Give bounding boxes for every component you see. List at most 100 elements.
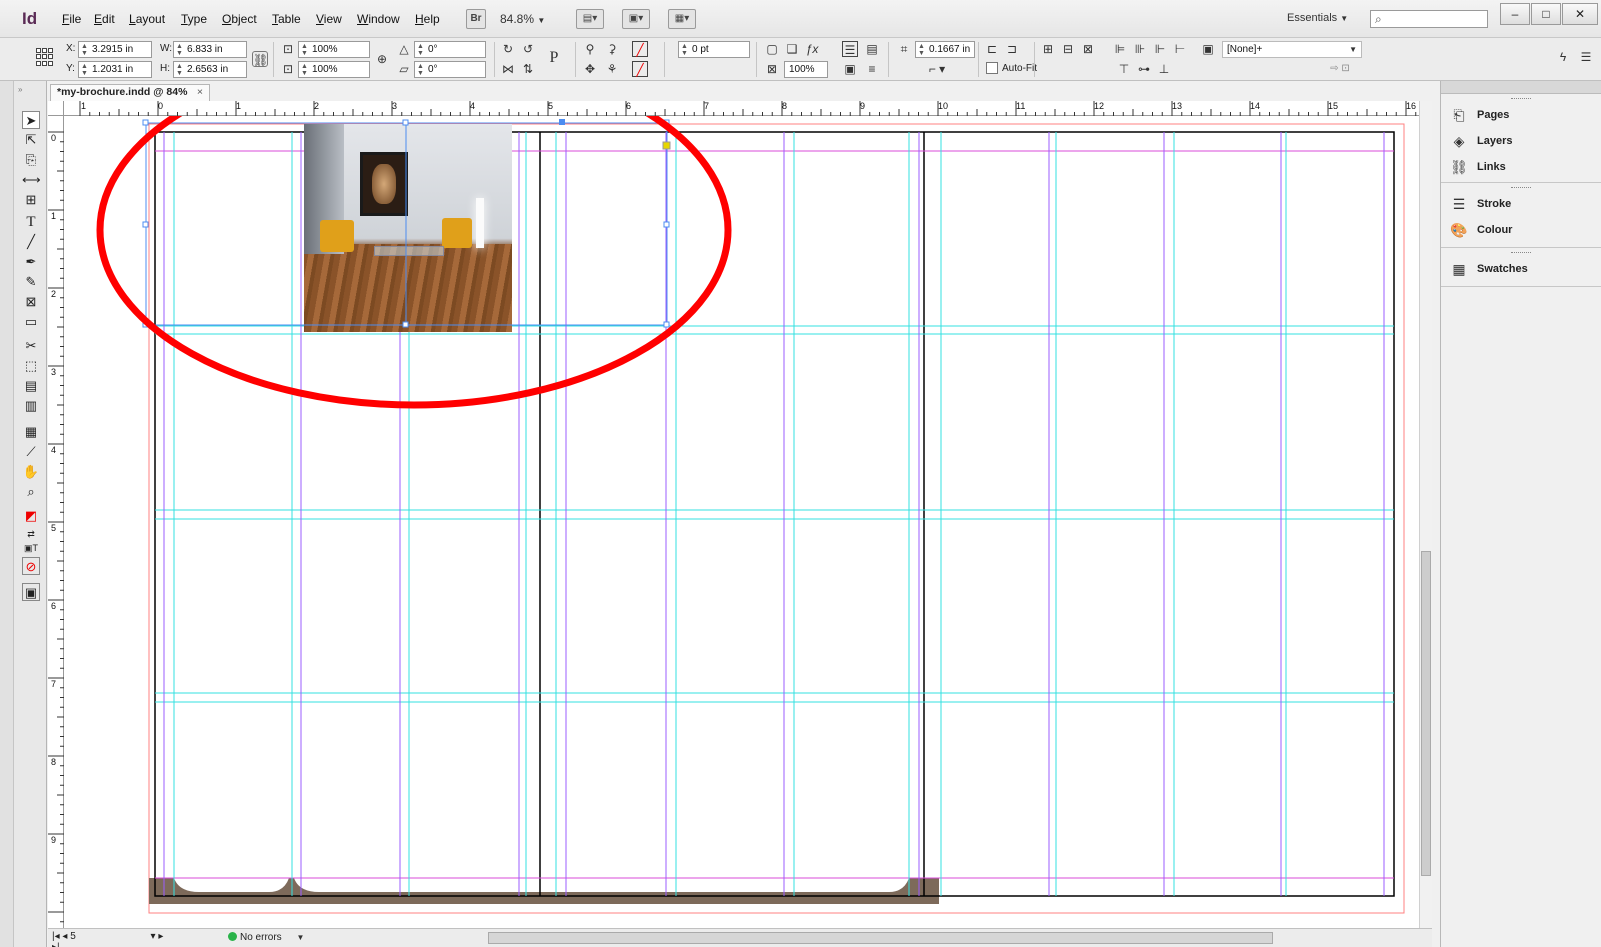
align-center-icon[interactable]: ▣: [842, 61, 858, 77]
line-tool-icon[interactable]: ╱: [22, 233, 40, 251]
w-field[interactable]: ▲ ▼ 6.833 in: [173, 41, 247, 58]
text-frame-icon[interactable]: ▤: [864, 41, 880, 57]
next-page-icon[interactable]: ▾ ▸ ▸|: [52, 931, 163, 947]
panel-colour[interactable]: 🎨 Colour: [1449, 220, 1589, 240]
screen-mode-icon[interactable]: ▣▾: [622, 9, 650, 29]
menu-layout[interactable]: Layout: [129, 12, 165, 26]
corner-shape-icon[interactable]: ⌐ ▾: [920, 61, 954, 77]
select-content-icon[interactable]: ⚳: [604, 41, 620, 57]
screen-mode-icon[interactable]: ▣: [22, 583, 40, 601]
y-field[interactable]: ▲ ▼ 1.2031 in: [78, 61, 152, 78]
menu-table[interactable]: Table: [272, 12, 301, 26]
horizontal-scrollbar[interactable]: [488, 932, 1273, 944]
menu-window[interactable]: Window: [357, 12, 400, 26]
maximize-button[interactable]: □: [1531, 3, 1561, 25]
fill-stroke-icon[interactable]: ◩: [22, 507, 40, 525]
fx-icon[interactable]: ƒx: [804, 41, 820, 57]
document-canvas[interactable]: [64, 116, 1419, 928]
content-collector-icon[interactable]: ⊞: [22, 191, 40, 209]
scale-x-field[interactable]: ▲ ▼ 100%: [298, 41, 370, 58]
panel-grip-icon[interactable]: »: [18, 85, 22, 94]
fit-proportional-icon[interactable]: ⊠: [1080, 41, 1096, 57]
select-container-icon[interactable]: ⚲: [582, 41, 598, 57]
corner-size-field[interactable]: ▲ ▼ 0.1667 in: [915, 41, 975, 58]
page-number[interactable]: 5: [70, 931, 76, 942]
workspace-select[interactable]: Essentials ▼: [1287, 12, 1348, 24]
horizontal-ruler[interactable]: 1 0 1 2 3 4 5 6 7 8 9 10 11 12 13 14 15 …: [64, 101, 1419, 116]
close-window-button[interactable]: ✕: [1562, 3, 1598, 25]
scale-y-field[interactable]: ▲ ▼ 100%: [298, 61, 370, 78]
select-next-icon[interactable]: ⚘: [604, 61, 620, 77]
rotate-cw-icon[interactable]: ↻: [500, 41, 516, 57]
rectangle-frame-tool-icon[interactable]: ⊠: [22, 293, 40, 311]
menu-help[interactable]: Help: [415, 12, 440, 26]
scissors-tool-icon[interactable]: ✂: [22, 337, 40, 355]
free-transform-tool-icon[interactable]: ⬚: [22, 357, 40, 375]
rectangle-tool-icon[interactable]: ▭: [22, 313, 40, 331]
search-input[interactable]: ⌕: [1370, 10, 1488, 28]
style-override-icon[interactable]: ⇨ ⊡: [1320, 61, 1360, 77]
fill-frame-icon[interactable]: ⊞: [1040, 41, 1056, 57]
effects-icon[interactable]: ❑: [784, 41, 800, 57]
page-tool-icon[interactable]: ⎘: [22, 151, 40, 169]
fit-content-icon[interactable]: ⊏: [984, 41, 1000, 57]
align-top-icon[interactable]: ⊤: [1116, 61, 1132, 77]
panel-swatches[interactable]: ▦ Swatches: [1449, 259, 1589, 279]
zoom-tool-icon[interactable]: ⌕: [22, 483, 40, 501]
gradient-swatch-tool-icon[interactable]: ▤: [22, 377, 40, 395]
text-wrap-icon[interactable]: ☰: [842, 41, 858, 57]
fit-frame-icon[interactable]: ⊐: [1004, 41, 1020, 57]
pencil-tool-icon[interactable]: ✎: [22, 273, 40, 291]
center-content-icon[interactable]: ⊟: [1060, 41, 1076, 57]
minimize-button[interactable]: –: [1500, 3, 1530, 25]
stroke-weight-field[interactable]: ▲ ▼ 0 pt: [678, 41, 750, 58]
ruler-origin[interactable]: [48, 101, 64, 116]
menu-object[interactable]: Object: [222, 12, 257, 26]
arrange-documents-icon[interactable]: ▦▾: [668, 9, 696, 29]
align-left-icon[interactable]: ⊫: [1112, 41, 1128, 57]
placed-image[interactable]: [304, 124, 512, 332]
hand-tool-icon[interactable]: ✋: [22, 463, 40, 481]
menu-type[interactable]: Type: [181, 12, 207, 26]
align-right-icon[interactable]: ⊩: [1152, 41, 1168, 57]
rotation-handle[interactable]: [559, 119, 565, 125]
flip-vertical-icon[interactable]: ⇅: [520, 61, 536, 77]
type-tool-icon[interactable]: T: [22, 213, 40, 231]
panel-dock-header[interactable]: [1441, 81, 1601, 94]
first-page-icon[interactable]: |◂ ◂: [52, 931, 67, 942]
auto-fit-checkbox[interactable]: [986, 62, 998, 74]
preflight-status[interactable]: No errors ▼: [228, 932, 304, 943]
zoom-select[interactable]: 84.8% ▼: [500, 12, 545, 26]
distribute-icon[interactable]: ⊢: [1172, 41, 1188, 57]
gap-tool-icon[interactable]: ⟷: [22, 171, 41, 189]
vertical-scrollbar[interactable]: [1419, 101, 1432, 928]
chevron-down-icon[interactable]: ▼: [296, 933, 304, 942]
x-field[interactable]: ▲ ▼ 3.2915 in: [78, 41, 152, 58]
stroke-swatch-icon[interactable]: ╱: [632, 61, 648, 77]
shear-field[interactable]: ▲ ▼ 0°: [414, 61, 486, 78]
fill-swatch-icon[interactable]: ╱: [632, 41, 648, 57]
direct-selection-tool-icon[interactable]: ⇱: [22, 131, 40, 149]
vertical-ruler[interactable]: 0 1 2 3 4 5 6 7 8 9: [48, 116, 64, 928]
page-navigator[interactable]: |◂ ◂ 5 ▾ ▸ ▸|: [52, 931, 170, 947]
vertical-scroll-thumb[interactable]: [1421, 551, 1431, 876]
align-bottom-icon[interactable]: ⊥: [1156, 61, 1172, 77]
panel-pages[interactable]: ⎗ Pages: [1449, 105, 1589, 125]
note-tool-icon[interactable]: ▦: [22, 423, 40, 441]
apply-none-icon[interactable]: ⊘: [22, 557, 40, 575]
select-previous-icon[interactable]: ✥: [582, 61, 598, 77]
constrain-proportions-icon[interactable]: ⛓: [252, 51, 268, 67]
rotate-field[interactable]: ▲ ▼ 0°: [414, 41, 486, 58]
eyedropper-tool-icon[interactable]: ⟋: [22, 443, 40, 461]
rotate-ccw-icon[interactable]: ↺: [520, 41, 536, 57]
live-corner-handle[interactable]: [662, 141, 671, 150]
view-options-icon[interactable]: ▤▾: [576, 9, 604, 29]
bridge-button[interactable]: Br: [466, 9, 486, 29]
close-icon[interactable]: ×: [197, 85, 203, 100]
align-vcenter-icon[interactable]: ⊶: [1136, 61, 1152, 77]
lightning-icon[interactable]: ϟ: [1555, 49, 1571, 65]
flip-horizontal-icon[interactable]: ⋈: [500, 61, 516, 77]
opacity-field[interactable]: 100%: [784, 61, 828, 78]
menu-file[interactable]: File: [62, 12, 81, 26]
panel-layers[interactable]: ◈ Layers: [1449, 131, 1589, 151]
